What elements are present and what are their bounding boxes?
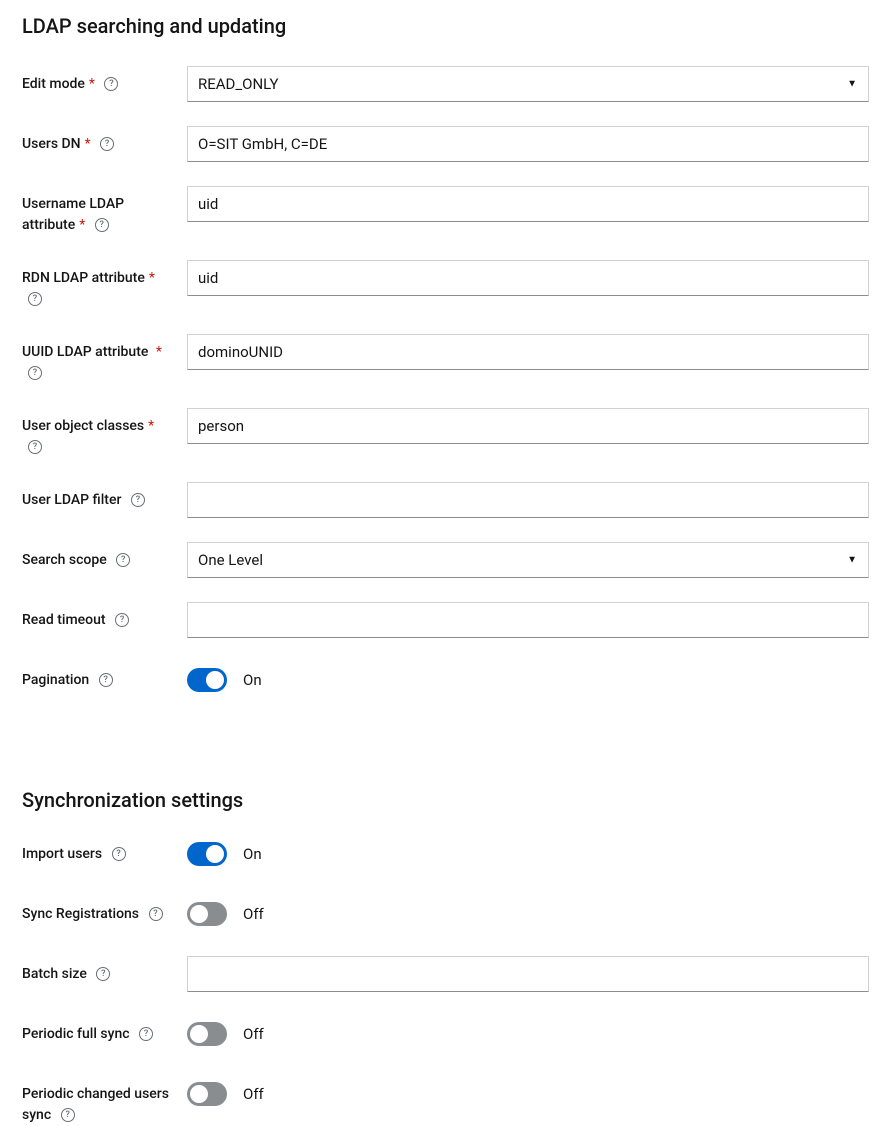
user-filter-input[interactable]: [187, 482, 869, 518]
username-attr-input[interactable]: [187, 186, 869, 222]
user-obj-input[interactable]: [187, 408, 869, 444]
label-batch-size: Batch size ?: [22, 956, 187, 985]
label-edit-mode: Edit mode* ?: [22, 66, 187, 95]
help-icon[interactable]: ?: [104, 77, 118, 91]
row-batch-size: Batch size ?: [22, 956, 869, 992]
row-user-obj: User object classes* ?: [22, 408, 869, 458]
label-read-timeout: Read timeout ?: [22, 602, 187, 631]
search-scope-select[interactable]: [187, 542, 869, 578]
row-username-attr: Username LDAP attribute* ?: [22, 186, 869, 236]
required-mark: *: [149, 270, 155, 286]
pagination-toggle[interactable]: [187, 668, 227, 692]
row-users-dn: Users DN* ?: [22, 126, 869, 162]
help-icon[interactable]: ?: [61, 1108, 75, 1122]
label-uuid-attr: UUID LDAP attribute * ?: [22, 334, 187, 384]
help-icon[interactable]: ?: [100, 137, 114, 151]
help-icon[interactable]: ?: [131, 493, 145, 507]
help-icon[interactable]: ?: [116, 553, 130, 567]
label-user-obj: User object classes* ?: [22, 408, 187, 458]
row-pagination: Pagination ? On: [22, 662, 869, 698]
section-title-sync: Synchronization settings: [22, 788, 869, 812]
toggle-state-label: Off: [243, 905, 264, 923]
periodic-chg-toggle[interactable]: [187, 1082, 227, 1106]
row-sync-reg: Sync Registrations ? Off: [22, 896, 869, 932]
row-periodic-full: Periodic full sync ? Off: [22, 1016, 869, 1052]
label-rdn-attr: RDN LDAP attribute* ?: [22, 260, 187, 310]
row-uuid-attr: UUID LDAP attribute * ?: [22, 334, 869, 384]
required-mark: *: [79, 217, 85, 233]
sync-reg-toggle[interactable]: [187, 902, 227, 926]
label-user-filter: User LDAP filter ?: [22, 482, 187, 511]
help-icon[interactable]: ?: [95, 218, 109, 232]
uuid-attr-input[interactable]: [187, 334, 869, 370]
help-icon[interactable]: ?: [28, 440, 42, 454]
label-username-attr: Username LDAP attribute* ?: [22, 186, 187, 236]
row-import-users: Import users ? On: [22, 836, 869, 872]
toggle-state-label: On: [243, 845, 262, 863]
help-icon[interactable]: ?: [28, 292, 42, 306]
help-icon[interactable]: ?: [149, 907, 163, 921]
periodic-full-toggle[interactable]: [187, 1022, 227, 1046]
required-mark: *: [85, 136, 91, 152]
row-read-timeout: Read timeout ?: [22, 602, 869, 638]
users-dn-input[interactable]: [187, 126, 869, 162]
required-mark: *: [156, 344, 162, 360]
help-icon[interactable]: ?: [115, 613, 129, 627]
section-title-ldap: LDAP searching and updating: [22, 14, 869, 38]
help-icon[interactable]: ?: [99, 673, 113, 687]
help-icon[interactable]: ?: [96, 967, 110, 981]
import-users-toggle[interactable]: [187, 842, 227, 866]
toggle-state-label: On: [243, 671, 262, 689]
rdn-attr-input[interactable]: [187, 260, 869, 296]
read-timeout-input[interactable]: [187, 602, 869, 638]
label-search-scope: Search scope ?: [22, 542, 187, 571]
label-periodic-full: Periodic full sync ?: [22, 1016, 187, 1045]
toggle-state-label: Off: [243, 1025, 264, 1043]
row-edit-mode: Edit mode* ? ▼: [22, 66, 869, 102]
batch-size-input[interactable]: [187, 956, 869, 992]
row-rdn-attr: RDN LDAP attribute* ?: [22, 260, 869, 310]
label-users-dn: Users DN* ?: [22, 126, 187, 155]
label-sync-reg: Sync Registrations ?: [22, 896, 187, 925]
row-search-scope: Search scope ? ▼: [22, 542, 869, 578]
toggle-state-label: Off: [243, 1085, 264, 1103]
row-periodic-chg: Periodic changed users sync ? Off: [22, 1076, 869, 1126]
help-icon[interactable]: ?: [139, 1027, 153, 1041]
label-import-users: Import users ?: [22, 836, 187, 865]
help-icon[interactable]: ?: [112, 847, 126, 861]
label-periodic-chg: Periodic changed users sync ?: [22, 1076, 187, 1126]
row-user-filter: User LDAP filter ?: [22, 482, 869, 518]
label-pagination: Pagination ?: [22, 662, 187, 691]
required-mark: *: [148, 418, 154, 434]
help-icon[interactable]: ?: [28, 366, 42, 380]
required-mark: *: [89, 76, 95, 92]
edit-mode-select[interactable]: [187, 66, 869, 102]
